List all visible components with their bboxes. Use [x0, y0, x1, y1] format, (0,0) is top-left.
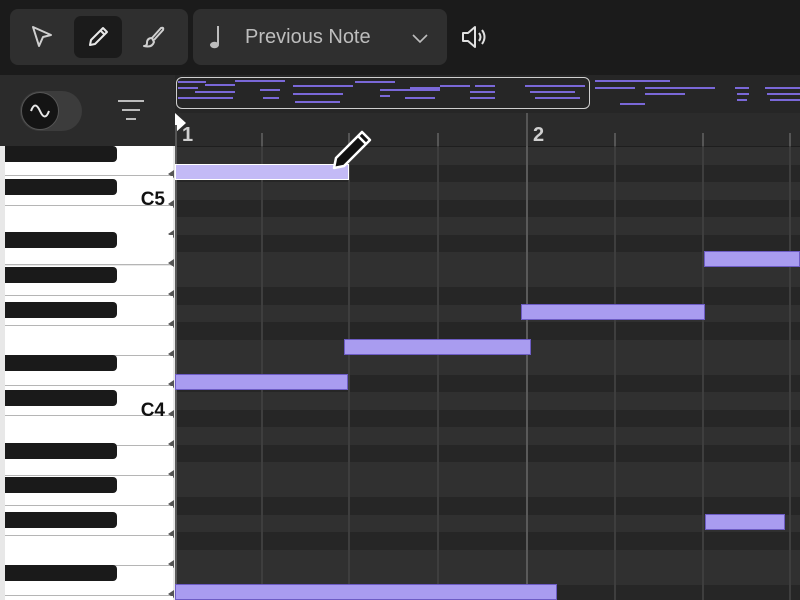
grid-row: [175, 479, 800, 497]
grid-row: [175, 444, 800, 462]
grid-row: [175, 234, 800, 252]
ruler-tick: [437, 133, 439, 146]
midi-note[interactable]: [705, 514, 785, 530]
overview-viewport-window[interactable]: [176, 77, 590, 109]
key-label-c4: C4: [140, 400, 165, 421]
piano-keyboard: C5 C4: [0, 146, 175, 600]
grid-row: [175, 532, 800, 551]
grid-row: [175, 322, 800, 341]
black-key[interactable]: [5, 232, 117, 248]
ruler-tick: [614, 133, 616, 146]
grid-row: [175, 182, 800, 200]
black-key[interactable]: [5, 146, 117, 162]
black-key[interactable]: [5, 477, 117, 493]
black-key[interactable]: [5, 267, 117, 283]
black-key[interactable]: [5, 565, 117, 581]
filter-menu-icon[interactable]: [116, 97, 146, 123]
grid-row: [175, 147, 800, 165]
bar-number-1: 1: [182, 124, 194, 146]
midi-note-selected[interactable]: [175, 164, 349, 180]
grid-line: [175, 146, 177, 600]
ruler-tick: [702, 133, 704, 146]
grid-row: [175, 199, 800, 218]
grid-row: [175, 357, 800, 375]
ruler-tick: [175, 125, 177, 146]
ruler-tick: [526, 113, 528, 146]
grid-line: [702, 146, 704, 600]
midi-note[interactable]: [344, 339, 531, 355]
black-key[interactable]: [5, 179, 117, 195]
ruler-tick: [261, 133, 263, 146]
quarter-note-icon: [210, 26, 219, 49]
grid-row: [175, 392, 800, 410]
white-key[interactable]: [5, 536, 173, 566]
grid-row: [175, 304, 800, 322]
pointer-tool-button[interactable]: [18, 16, 66, 58]
grid-line: [437, 146, 439, 600]
audition-button[interactable]: [458, 22, 492, 52]
ruler-tick: [789, 133, 791, 146]
brush-icon: [143, 26, 165, 48]
grid-row: [175, 497, 800, 515]
white-key[interactable]: [5, 326, 173, 356]
pencil-icon: [89, 27, 108, 46]
toolbar: Previous Note: [0, 0, 800, 75]
grid-row: [175, 409, 800, 428]
black-key[interactable]: [5, 390, 117, 406]
pencil-cursor-icon: [332, 130, 372, 170]
piano-roll-grid[interactable]: [175, 146, 800, 600]
chevron-down-icon: [412, 34, 428, 44]
midi-note[interactable]: [175, 584, 557, 600]
black-key[interactable]: [5, 443, 117, 459]
toggle-knob: [21, 92, 59, 130]
pointer-icon: [32, 26, 52, 47]
midi-note[interactable]: [704, 251, 800, 267]
grid-row: [175, 567, 800, 585]
keyboard-header: [0, 75, 175, 150]
grid-row: [175, 287, 800, 305]
brush-tool-button[interactable]: [130, 16, 178, 58]
grid-row: [175, 269, 800, 287]
sine-wave-icon: [30, 104, 50, 118]
black-key[interactable]: [5, 302, 117, 318]
tool-group: [10, 9, 188, 65]
grid-line: [348, 146, 350, 600]
grid-row: [175, 462, 800, 480]
note-length-label: Previous Note: [245, 26, 371, 48]
midi-note[interactable]: [521, 304, 705, 320]
black-key[interactable]: [5, 512, 117, 528]
grid-row: [175, 217, 800, 235]
midi-note[interactable]: [175, 374, 348, 390]
note-length-dropdown[interactable]: Previous Note: [193, 9, 447, 65]
waveform-toggle[interactable]: [20, 91, 82, 131]
grid-line: [526, 146, 528, 600]
speaker-icon: [462, 26, 486, 48]
bar-number-2: 2: [533, 124, 545, 146]
timeline-ruler[interactable]: 1 2: [175, 113, 800, 146]
key-label-c5: C5: [140, 189, 165, 210]
grid-row: [175, 549, 800, 567]
grid-line: [614, 146, 616, 600]
grid-line: [261, 146, 263, 600]
pencil-tool-button[interactable]: [74, 16, 122, 58]
overview-minimap[interactable]: [175, 75, 800, 113]
grid-line: [789, 146, 791, 600]
black-key[interactable]: [5, 355, 117, 371]
grid-row: [175, 427, 800, 445]
